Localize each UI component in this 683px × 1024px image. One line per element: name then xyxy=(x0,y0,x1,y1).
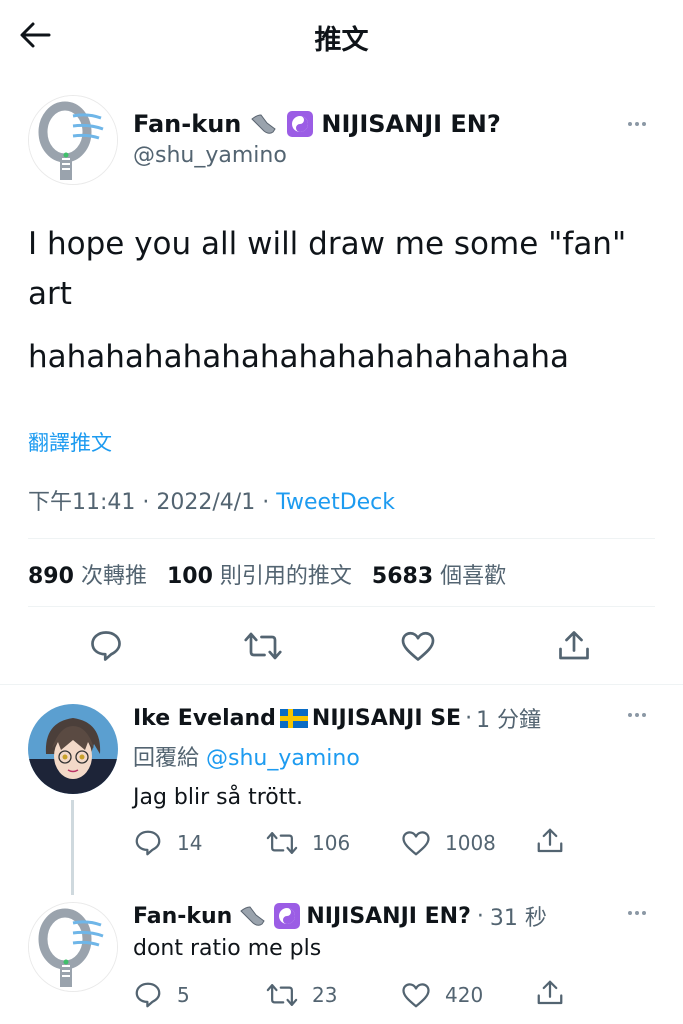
reply-badge-text: NIJISANJI EN? xyxy=(306,903,471,929)
retweet-count: 106 xyxy=(312,831,351,855)
reply-icon xyxy=(91,631,121,661)
reply-display-name[interactable]: Ike Eveland xyxy=(133,706,276,731)
reply-time[interactable]: 31 秒 xyxy=(490,900,547,932)
reply-to-label: 回覆給 xyxy=(133,746,200,771)
name-badge-text: NIJISANJI EN? xyxy=(321,110,501,138)
quote-count[interactable]: 100 則引用的推文 xyxy=(167,558,352,590)
reply-share-button[interactable] xyxy=(535,826,565,856)
like-icon xyxy=(402,831,430,856)
reply-to-line: 回覆給 @shu_yamino xyxy=(133,740,360,772)
author-name-row[interactable]: Fan-kun NIJISANJI EN? xyxy=(133,110,501,138)
fan-avatar-image xyxy=(29,96,117,184)
comment-count: 14 xyxy=(177,831,203,855)
like-icon xyxy=(402,983,430,1008)
reply-avatar[interactable] xyxy=(28,704,118,794)
tweet-source[interactable]: TweetDeck xyxy=(276,490,395,515)
share-button[interactable] xyxy=(556,628,592,664)
reply-header: Ike Eveland NIJISANJI SE · 1 分鐘 xyxy=(133,702,541,734)
more-icon[interactable] xyxy=(628,122,646,126)
tweet-text-line-1: I hope you all will draw me some "fan" xyxy=(28,226,627,262)
yin-yang-icon xyxy=(274,903,301,929)
shoe-icon xyxy=(240,906,266,926)
share-icon xyxy=(537,980,563,1005)
like-count: 1008 xyxy=(445,831,496,855)
separator: · xyxy=(262,490,270,515)
reply-badge-text: NIJISANJI SE xyxy=(311,705,462,731)
separator: · xyxy=(476,903,484,929)
reply-to-handle[interactable]: @shu_yamino xyxy=(206,746,360,771)
reply-like-button[interactable]: 1008 xyxy=(401,828,496,858)
tweet-meta: 下午11:41 · 2022/4/1 · TweetDeck xyxy=(28,484,395,516)
separator: · xyxy=(465,705,473,731)
reply-text: Jag blir så trött. xyxy=(133,785,303,810)
like-count: 420 xyxy=(445,983,484,1007)
page-title: 推文 xyxy=(314,25,369,56)
reply-share-button[interactable] xyxy=(535,978,565,1008)
retweet-icon xyxy=(266,832,298,854)
tweet-date[interactable]: 2022/4/1 xyxy=(156,490,255,515)
reply-avatar[interactable] xyxy=(28,902,118,992)
shoe-icon xyxy=(251,114,277,134)
more-icon[interactable] xyxy=(628,713,646,717)
reply-button[interactable] xyxy=(88,628,124,664)
author-handle[interactable]: @shu_yamino xyxy=(133,143,287,168)
tweet-stats: 890 次轉推 100 則引用的推文 5683 個喜歡 xyxy=(28,558,506,590)
separator: · xyxy=(142,490,150,515)
reply-comment-button[interactable]: 14 xyxy=(133,828,202,858)
like-button[interactable] xyxy=(400,628,436,664)
avatar[interactable] xyxy=(28,95,118,185)
retweet-icon xyxy=(244,632,282,660)
tweet-text-line-3: hahahahahahahahahahahahahaha xyxy=(28,339,570,375)
reply-retweet-button[interactable]: 106 xyxy=(266,828,350,858)
share-icon xyxy=(559,631,589,660)
retweet-button[interactable] xyxy=(243,628,283,664)
more-icon[interactable] xyxy=(628,911,646,915)
display-name: Fan-kun xyxy=(133,110,242,138)
reply-icon xyxy=(135,830,161,856)
section-divider xyxy=(0,684,683,685)
swedish-flag-icon xyxy=(279,708,308,728)
share-icon xyxy=(537,828,563,853)
reply-display-name[interactable]: Fan-kun xyxy=(133,904,232,929)
translate-link[interactable]: 翻譯推文 xyxy=(28,427,112,457)
retweet-count[interactable]: 890 次轉推 xyxy=(28,558,147,590)
reply-time[interactable]: 1 分鐘 xyxy=(476,702,541,734)
divider xyxy=(28,606,655,607)
retweet-icon xyxy=(266,984,298,1006)
yin-yang-icon xyxy=(287,111,314,137)
retweet-count: 23 xyxy=(312,983,338,1007)
fan-avatar-image xyxy=(29,903,117,991)
like-count[interactable]: 5683 個喜歡 xyxy=(372,558,506,590)
reply-comment-button[interactable]: 5 xyxy=(133,980,190,1010)
tweet-time[interactable]: 下午11:41 xyxy=(28,490,135,515)
reply-header: Fan-kun NIJISANJI EN? · 31 秒 xyxy=(133,900,547,932)
divider xyxy=(28,538,655,539)
reply-like-button[interactable]: 420 xyxy=(401,980,483,1010)
reply-text: dont ratio me pls xyxy=(133,936,322,961)
ike-avatar-image xyxy=(28,704,118,794)
like-icon xyxy=(401,631,435,661)
thread-line xyxy=(71,800,74,895)
tweet-text-line-2: art xyxy=(28,276,72,312)
reply-retweet-button[interactable]: 23 xyxy=(266,980,337,1010)
reply-icon xyxy=(135,982,161,1008)
comment-count: 5 xyxy=(177,983,190,1007)
